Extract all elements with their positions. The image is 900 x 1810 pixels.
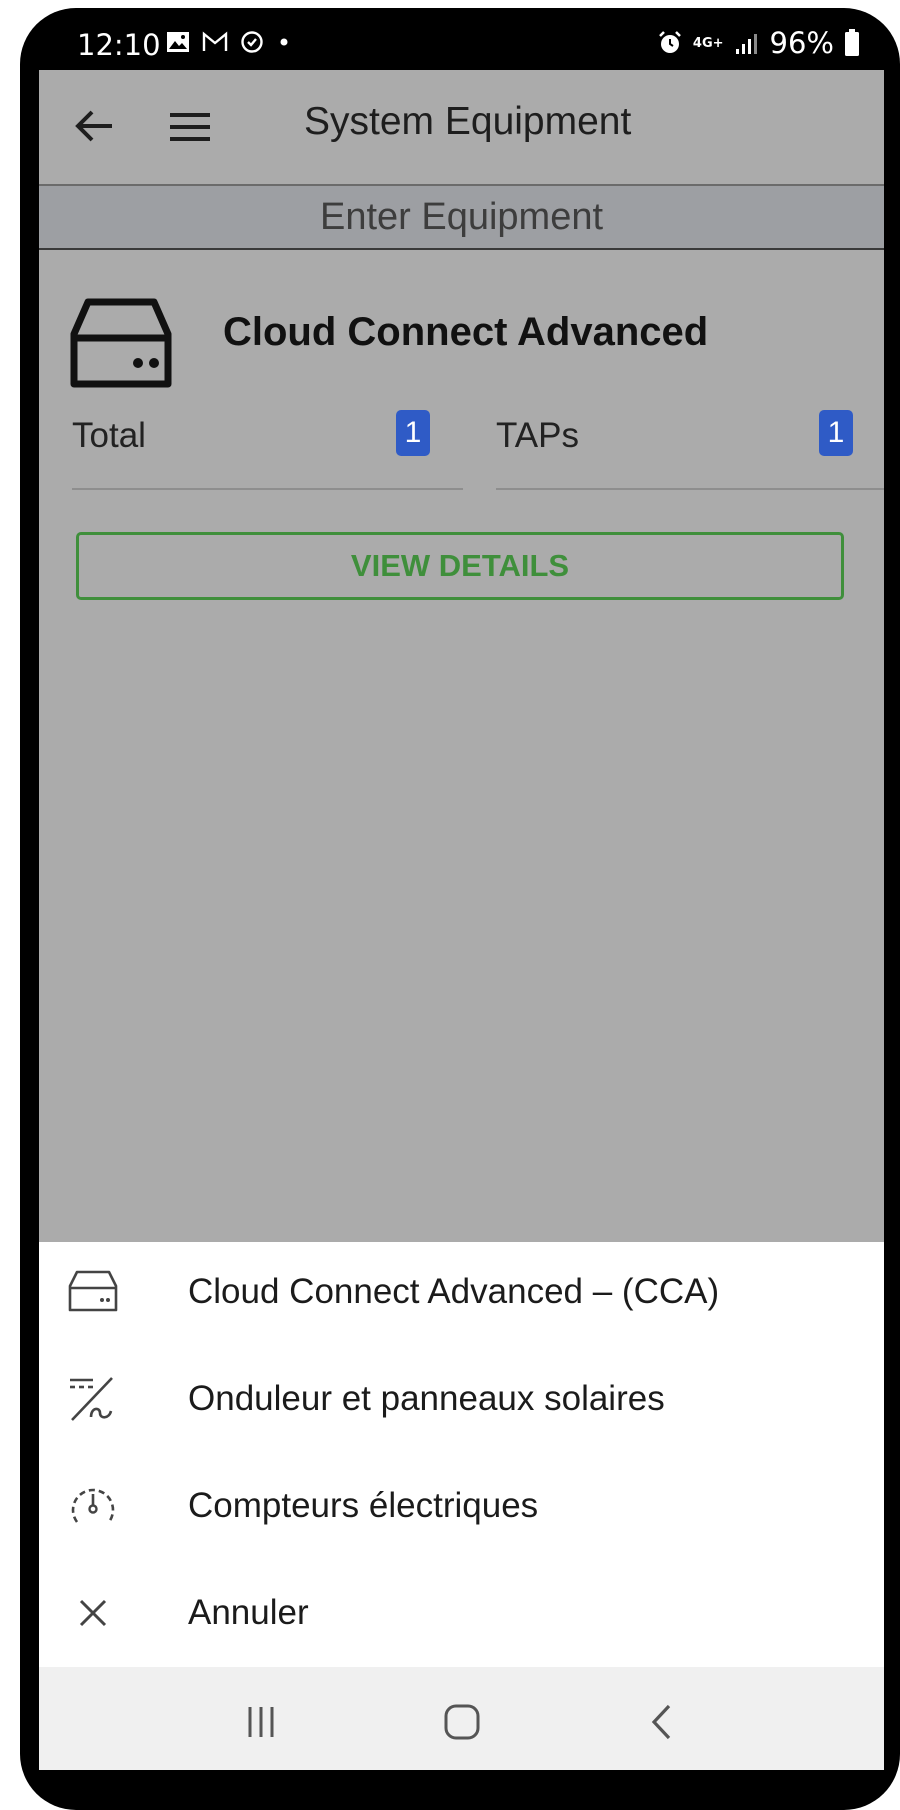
battery-icon [845,29,859,56]
device-name: Cloud Connect Advanced [223,310,709,354]
status-time: 12:10 [77,28,161,62]
bottom-sheet: Cloud Connect Advanced – (CCA) Onduleur … [39,1242,884,1667]
home-icon[interactable] [437,1697,487,1747]
alarm-icon [659,31,681,53]
sheet-item-label: Cloud Connect Advanced – (CCA) [188,1272,720,1311]
phone-frame: 12:10 4G+ 96% System Equipment Enter Equ… [20,8,900,1810]
battery-percent: 96% [769,26,834,60]
section-subheader: Enter Equipment [39,186,884,250]
status-right: 4G+ 96% [657,26,860,60]
notification-icons [166,30,292,54]
sheet-item-cancel[interactable]: Annuler [39,1563,884,1663]
page-title: System Equipment [304,100,632,143]
gauge-icon [71,1488,115,1523]
sync-icon [241,31,263,53]
hard-drive-icon [68,1270,118,1312]
app-screen: System Equipment Enter Equipment Cloud C… [39,70,884,1770]
recent-apps-icon[interactable] [236,1697,286,1747]
stat-label: Total [72,416,146,455]
close-icon [79,1599,107,1627]
dot-icon [280,38,288,46]
sheet-item-meters[interactable]: Compteurs électriques [39,1456,884,1556]
system-nav-bar [39,1667,884,1770]
network-type: 4G+ [692,35,724,51]
arrow-left-icon[interactable] [72,104,116,148]
count-badge: 1 [396,410,430,456]
back-icon[interactable] [637,1697,687,1747]
stat-total: Total 1 [72,408,463,490]
gmail-icon [202,31,228,51]
signal-icon [735,34,757,54]
view-details-button[interactable]: VIEW DETAILS [76,532,844,600]
sheet-item-label: Compteurs électriques [188,1486,539,1525]
hard-drive-icon [70,298,172,388]
count-badge: 1 [819,410,853,456]
sheet-item-label: Annuler [188,1593,309,1632]
solar-inverter-icon [70,1377,113,1421]
status-bar: 12:10 4G+ 96% [20,8,900,70]
hamburger-menu-icon[interactable] [170,110,210,144]
sheet-item-label: Onduleur et panneaux solaires [188,1379,665,1418]
app-bar: System Equipment [39,70,884,186]
sheet-item-solar[interactable]: Onduleur et panneaux solaires [39,1349,884,1449]
stat-label: TAPs [496,416,579,455]
image-icon [167,32,189,52]
stat-taps: TAPs 1 [496,408,884,490]
sheet-item-cca[interactable]: Cloud Connect Advanced – (CCA) [39,1242,884,1342]
